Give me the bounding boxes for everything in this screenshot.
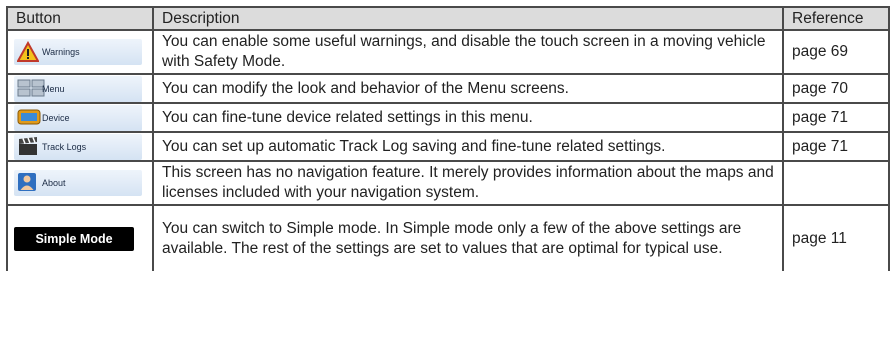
button-cell: Warnings: [6, 29, 154, 75]
warnings-button-label: Warnings: [42, 47, 80, 57]
button-cell: Menu: [6, 73, 154, 104]
description-cell: This screen has no navigation feature. I…: [152, 160, 784, 206]
menu-button-label: Menu: [42, 83, 65, 94]
table-row: Device You can fine-tune device related …: [6, 102, 890, 133]
description-cell: You can enable some useful warnings, and…: [152, 29, 784, 75]
device-button-label: Device: [42, 112, 70, 123]
about-button-label: About: [42, 178, 66, 188]
table-row: Track Logs You can set up automatic Trac…: [6, 131, 890, 162]
header-row: Button Description Reference: [6, 6, 890, 31]
button-cell: Track Logs: [6, 131, 154, 162]
description-cell: You can set up automatic Track Log savin…: [152, 131, 784, 162]
about-person-icon: [17, 172, 39, 194]
button-cell: Device: [6, 102, 154, 133]
reference-cell: page 69: [782, 29, 890, 75]
device-button[interactable]: Device: [14, 104, 142, 131]
table-row: Simple Mode You can switch to Simple mod…: [6, 204, 890, 271]
reference-cell: page 70: [782, 73, 890, 104]
header-button: Button: [6, 6, 154, 31]
menu-button[interactable]: Menu: [14, 75, 142, 102]
clapperboard-icon: [17, 136, 39, 158]
description-cell: You can fine-tune device related setting…: [152, 102, 784, 133]
reference-cell: page 71: [782, 102, 890, 133]
menu-grid-icon: [17, 78, 45, 100]
header-description: Description: [152, 6, 784, 31]
header-reference: Reference: [782, 6, 890, 31]
settings-table: Button Description Reference Warnings Yo…: [6, 6, 890, 271]
table-row: Warnings You can enable some useful warn…: [6, 29, 890, 75]
track-logs-button-label: Track Logs: [42, 141, 87, 152]
button-cell: Simple Mode: [6, 204, 154, 271]
warning-triangle-icon: [16, 40, 40, 63]
warnings-button[interactable]: Warnings: [14, 39, 142, 65]
simple-mode-button[interactable]: Simple Mode: [14, 226, 134, 251]
track-logs-button[interactable]: Track Logs: [14, 133, 142, 160]
device-icon: [17, 107, 41, 129]
button-cell: About: [6, 160, 154, 206]
table-row: About This screen has no navigation feat…: [6, 160, 890, 206]
description-cell: You can switch to Simple mode. In Simple…: [152, 204, 784, 271]
reference-cell: page 11: [782, 204, 890, 271]
reference-cell: page 71: [782, 131, 890, 162]
table-row: Menu You can modify the look and behavio…: [6, 73, 890, 104]
description-cell: You can modify the look and behavior of …: [152, 73, 784, 104]
about-button[interactable]: About: [14, 170, 142, 196]
reference-cell: [782, 160, 890, 206]
